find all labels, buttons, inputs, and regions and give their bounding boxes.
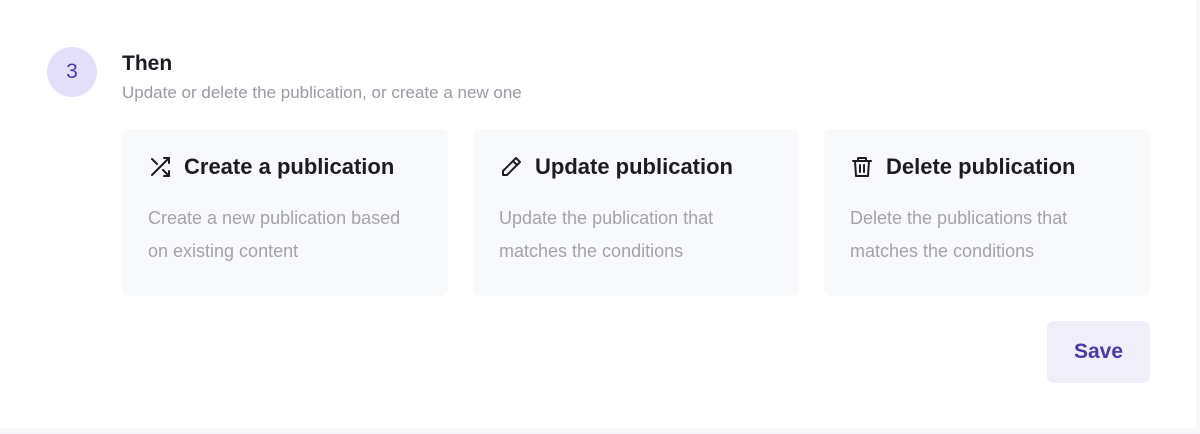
card-title: Create a publication [184,154,395,179]
step-title: Then [122,52,173,75]
card-header: Update publication [499,154,773,180]
step-number-badge: 3 [47,47,97,97]
action-cards: Create a publication Create a new public… [122,129,1150,296]
pencil-icon [499,155,523,179]
shuffle-icon [148,155,172,179]
create-publication-card[interactable]: Create a publication Create a new public… [122,129,448,296]
card-header: Create a publication [148,154,422,180]
card-description: Update the publication that matches the … [499,208,714,261]
step-subtitle: Update or delete the publication, or cre… [122,83,522,102]
update-publication-card[interactable]: Update publication Update the publicatio… [473,129,799,296]
card-title: Update publication [535,154,733,179]
save-button[interactable]: Save [1047,321,1150,383]
card-header: Delete publication [850,154,1124,180]
then-step-panel: 3 Then Update or delete the publication,… [0,0,1196,428]
card-description: Delete the publications that matches the… [850,208,1068,261]
card-description: Create a new publication based on existi… [148,208,401,261]
step-number: 3 [66,60,78,83]
card-title: Delete publication [886,154,1076,179]
delete-publication-card[interactable]: Delete publication Delete the publicatio… [824,129,1150,296]
trash-icon [850,155,874,179]
